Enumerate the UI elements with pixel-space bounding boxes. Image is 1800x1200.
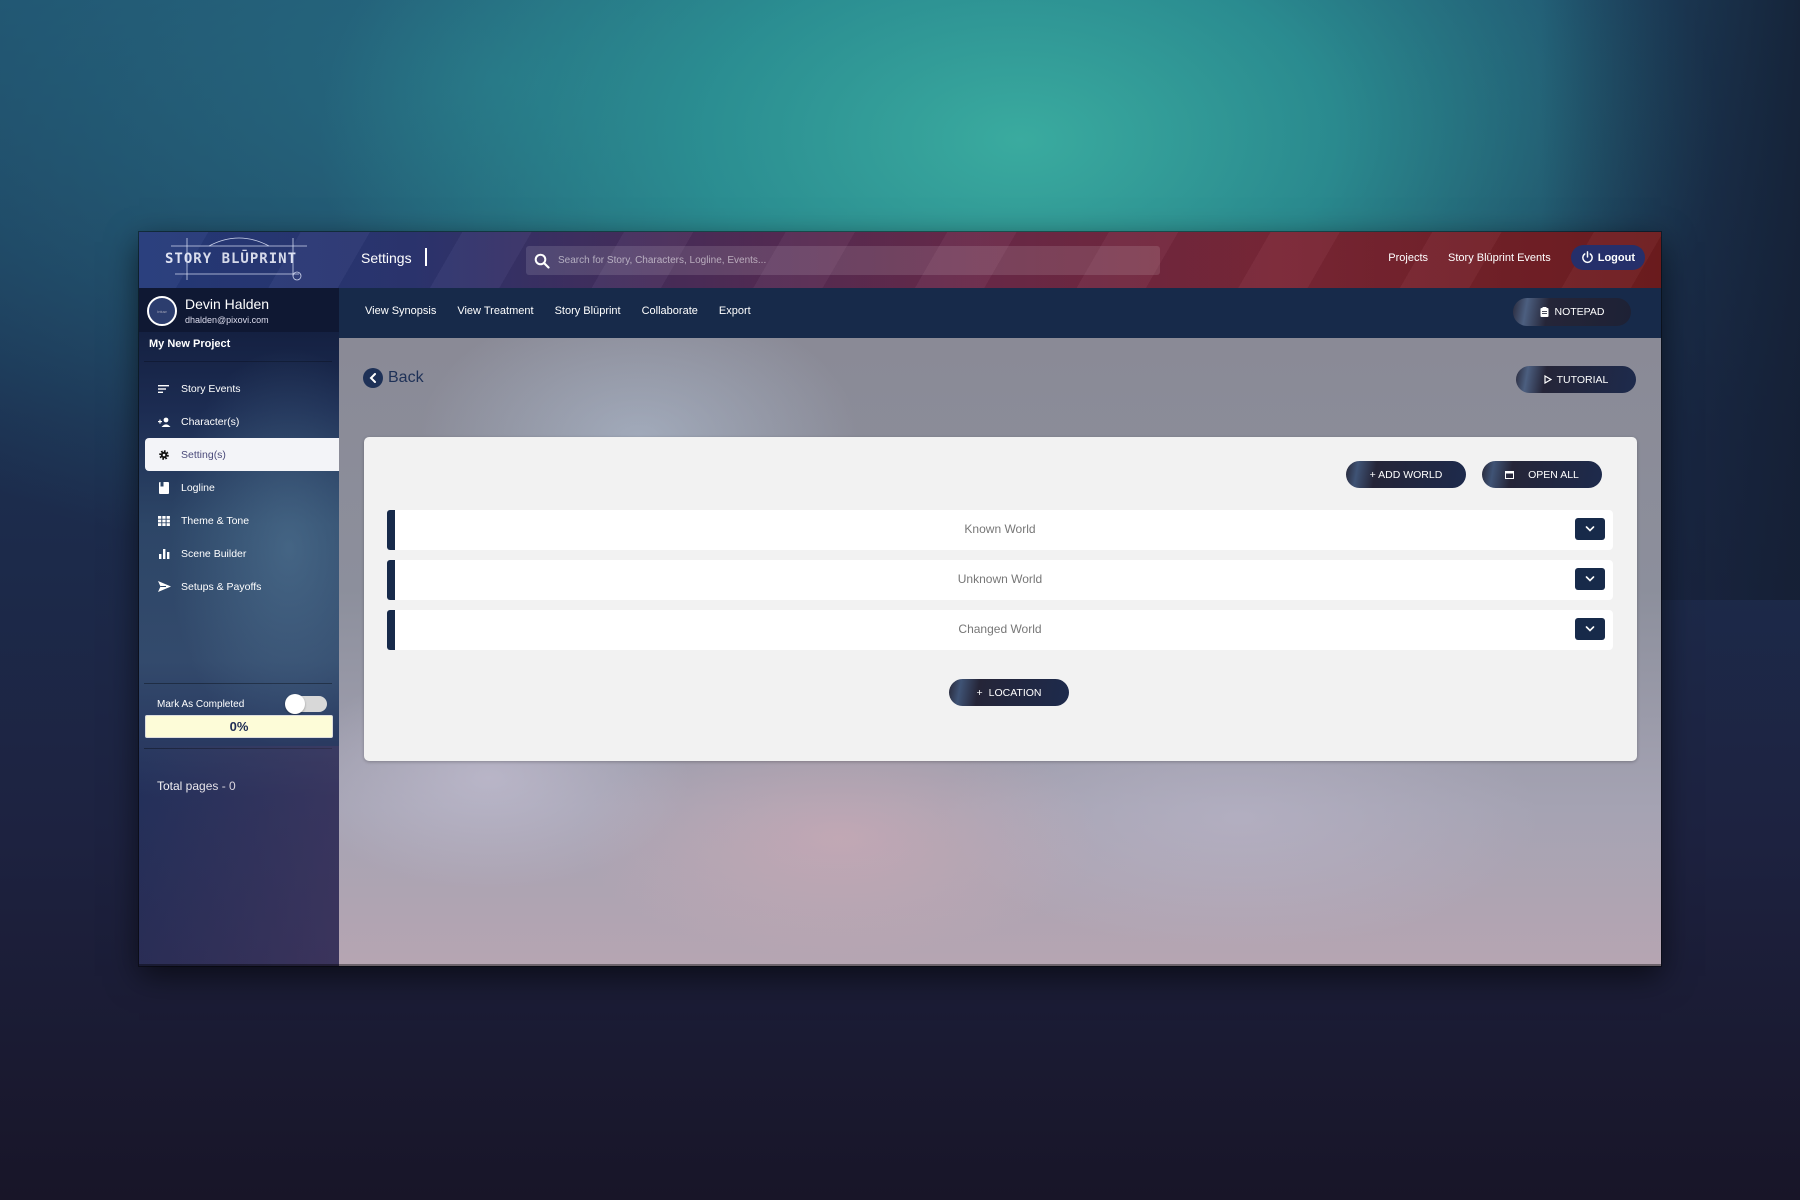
world-row-changed[interactable]: Changed World	[387, 610, 1613, 650]
progress-label: 0%	[229, 719, 249, 734]
story-bluprint-events-link[interactable]: Story Blūprint Events	[1448, 252, 1551, 264]
sidebar-item-settings[interactable]: Setting(s)	[145, 438, 339, 471]
progress-indicator: 0%	[145, 715, 333, 738]
logout-button[interactable]: Logout	[1570, 245, 1645, 270]
chevron-left-icon	[363, 368, 383, 388]
user-email: dhalden@pixovi.com	[185, 315, 269, 325]
sidebar-item-label: Scene Builder	[181, 547, 247, 560]
notepad-button[interactable]: NOTEPAD	[1513, 298, 1631, 326]
logo-blueprint-icon[interactable]	[169, 236, 309, 284]
projects-link[interactable]: Projects	[1388, 252, 1428, 264]
logout-label: Logout	[1597, 251, 1635, 264]
mark-completed-label: Mark As Completed	[157, 698, 245, 710]
window-bottom-edge	[139, 964, 1661, 966]
gear-icon	[157, 449, 171, 461]
top-bar: STORY BLŪPRINT Settings Projects Story B…	[139, 232, 1661, 288]
collaborate-link[interactable]: Collaborate	[642, 305, 698, 317]
expand-button[interactable]	[1575, 618, 1605, 640]
add-person-icon	[157, 417, 171, 427]
search-icon	[534, 253, 550, 269]
expand-button[interactable]	[1575, 568, 1605, 590]
sidebar-item-label: Logline	[181, 481, 215, 494]
world-label: Changed World	[958, 622, 1042, 636]
export-link[interactable]: Export	[719, 305, 751, 317]
story-bluprint-link[interactable]: Story Blūprint	[555, 305, 621, 317]
view-synopsis-link[interactable]: View Synopsis	[365, 305, 436, 317]
sidebar-item-theme-tone[interactable]: Theme & Tone	[139, 504, 339, 537]
user-name: Devin Halden	[185, 296, 270, 312]
expand-button[interactable]	[1575, 518, 1605, 540]
open-all-label: OPEN ALL	[1528, 468, 1579, 481]
sub-navigation: View Synopsis View Treatment Story Blūpr…	[339, 288, 1661, 338]
app-window: STORY BLŪPRINT Settings Projects Story B…	[139, 232, 1661, 966]
open-all-button[interactable]: OPEN ALL	[1482, 461, 1602, 488]
page-title: Settings	[361, 250, 412, 266]
project-name[interactable]: My New Project	[144, 332, 332, 362]
world-row-known[interactable]: Known World	[387, 510, 1613, 550]
title-divider	[425, 248, 427, 266]
tutorial-button[interactable]: TUTORIAL	[1516, 366, 1636, 393]
sidebar-item-characters[interactable]: Character(s)	[139, 405, 339, 438]
world-list: Known World Unknown World Changed World	[387, 510, 1613, 660]
sidebar: intuw Devin Halden dhalden@pixovi.com My…	[139, 288, 339, 966]
plus-icon: +	[976, 686, 983, 699]
main-content: Back TUTORIAL + ADD WORLD OPEN ALL Known…	[339, 338, 1661, 966]
view-treatment-link[interactable]: View Treatment	[457, 305, 533, 317]
user-card: intuw Devin Halden dhalden@pixovi.com	[139, 288, 339, 332]
top-links: Projects Story Blūprint Events Logout	[1388, 245, 1645, 270]
add-location-button[interactable]: + LOCATION	[949, 679, 1069, 706]
mark-completed-toggle[interactable]	[285, 694, 327, 714]
expand-all-icon	[1505, 470, 1515, 479]
sidebar-item-label: Theme & Tone	[181, 514, 250, 527]
sidebar-item-scene-builder[interactable]: Scene Builder	[139, 537, 339, 570]
book-icon	[157, 481, 171, 494]
back-label: Back	[388, 369, 424, 386]
sidebar-item-setups-payoffs[interactable]: Setups & Payoffs	[139, 570, 339, 603]
chevron-down-icon	[1585, 526, 1595, 532]
worlds-panel: + ADD WORLD OPEN ALL Known World Unknown…	[364, 437, 1637, 761]
notepad-label: NOTEPAD	[1554, 306, 1605, 318]
sidebar-item-label: Setting(s)	[181, 448, 226, 461]
location-label: LOCATION	[988, 686, 1042, 699]
add-world-button[interactable]: + ADD WORLD	[1346, 461, 1466, 488]
play-icon	[1544, 375, 1552, 384]
sidebar-item-label: Setups & Payoffs	[181, 580, 262, 593]
avatar-text: intuw	[157, 308, 167, 314]
total-pages: Total pages - 0	[157, 779, 236, 793]
avatar[interactable]: intuw	[147, 296, 177, 326]
sidebar-item-label: Story Events	[181, 382, 241, 395]
sidebar-item-logline[interactable]: Logline	[139, 471, 339, 504]
chevron-down-icon	[1585, 576, 1595, 582]
mark-completed-row: Mark As Completed	[157, 693, 327, 715]
chevron-down-icon	[1585, 626, 1595, 632]
clipboard-icon	[1540, 307, 1548, 317]
search-bar[interactable]	[526, 246, 1160, 275]
back-button[interactable]: Back	[363, 368, 424, 388]
world-label: Known World	[964, 522, 1036, 536]
world-row-unknown[interactable]: Unknown World	[387, 560, 1613, 600]
search-input[interactable]	[558, 255, 1138, 266]
sidebar-item-label: Character(s)	[181, 415, 240, 428]
power-icon	[1581, 251, 1593, 263]
sidebar-item-story-events[interactable]: Story Events	[139, 372, 339, 405]
sort-lines-icon	[157, 384, 171, 394]
send-icon	[157, 581, 171, 592]
divider	[144, 683, 332, 684]
sidebar-nav: Story Events Character(s) Setting(s) Log…	[139, 372, 339, 603]
tutorial-label: TUTORIAL	[1556, 373, 1609, 386]
toggle-knob	[285, 694, 305, 714]
divider	[144, 748, 332, 749]
world-label: Unknown World	[957, 572, 1043, 586]
add-world-label: + ADD WORLD	[1369, 468, 1443, 481]
grid-icon	[157, 515, 171, 526]
bar-chart-icon	[157, 548, 171, 559]
